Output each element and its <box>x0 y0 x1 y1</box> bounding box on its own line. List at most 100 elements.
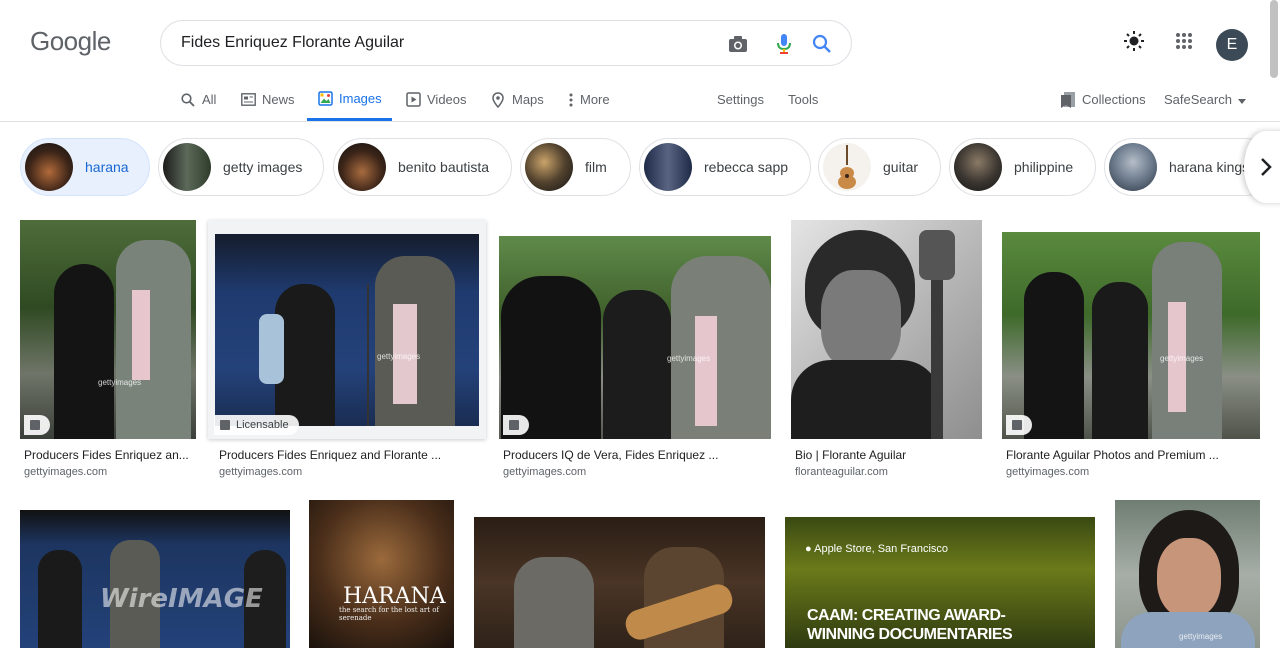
tab-images[interactable]: Images <box>307 78 392 121</box>
watermark: gettyimages <box>377 352 421 361</box>
tab-more[interactable]: More <box>568 78 610 121</box>
chip-guitar[interactable]: guitar <box>818 138 941 196</box>
image-result[interactable] <box>474 517 765 648</box>
search-box[interactable]: Fides Enriquez Florante Aguilar <box>160 20 852 66</box>
image-result[interactable]: WireIMAGE <box>20 510 290 648</box>
caam-line-1: CAAM: CREATING AWARD- <box>807 607 1006 624</box>
image-result[interactable]: Bio | Florante Aguilar floranteaguilar.c… <box>791 220 982 482</box>
search-icon[interactable] <box>811 33 833 55</box>
chip-film[interactable]: film <box>520 138 631 196</box>
images-icon <box>317 90 333 106</box>
safesearch-label: SafeSearch <box>1164 92 1232 107</box>
microphone-icon[interactable] <box>773 33 795 55</box>
result-title[interactable]: Producers Fides Enriquez and Florante ..… <box>219 448 479 462</box>
search-input[interactable]: Fides Enriquez Florante Aguilar <box>181 34 404 52</box>
caret-down-icon <box>1237 92 1246 107</box>
badge-label: Licensable <box>236 419 289 431</box>
image-badge <box>1006 415 1032 435</box>
settings-link[interactable]: Settings <box>717 78 764 121</box>
account-avatar[interactable]: E <box>1216 29 1248 61</box>
chip-rebecca-sapp[interactable]: rebecca sapp <box>639 138 811 196</box>
tab-label: More <box>580 92 610 107</box>
tab-news[interactable]: News <box>240 78 295 121</box>
result-source[interactable]: floranteaguilar.com <box>795 466 888 478</box>
image-result[interactable]: HARANA the search for the lost art of se… <box>309 500 454 648</box>
image-icon <box>1012 420 1022 430</box>
search-icon <box>180 92 196 108</box>
apps-grid-icon[interactable] <box>1172 29 1196 53</box>
theme-sun-icon[interactable] <box>1122 29 1146 53</box>
chip-label: harana kings <box>1169 159 1250 175</box>
google-logo[interactable]: Google <box>30 26 111 57</box>
play-icon <box>405 92 421 108</box>
result-source[interactable]: gettyimages.com <box>1006 466 1089 478</box>
tools-link[interactable]: Tools <box>788 78 818 121</box>
chip-thumbnail <box>338 143 386 191</box>
tab-all[interactable]: All <box>180 78 216 121</box>
result-image[interactable]: ● Apple Store, San Francisco CAAM: CREAT… <box>785 517 1095 648</box>
poster-subtitle: the search for the lost art of serenade <box>339 606 440 622</box>
chip-label: rebecca sapp <box>704 159 789 175</box>
result-title[interactable]: Bio | Florante Aguilar <box>795 448 980 462</box>
chip-harana[interactable]: harana <box>20 138 150 196</box>
result-title[interactable]: Producers Fides Enriquez an... <box>24 448 194 462</box>
watermark: WireIMAGE <box>100 584 263 614</box>
result-image[interactable] <box>474 517 765 648</box>
image-result[interactable]: gettyimages <box>1115 500 1260 648</box>
caam-line-2: WINNING DOCUMENTARIES <box>807 626 1013 643</box>
apple-icon: ● <box>805 543 812 555</box>
result-image[interactable]: gettyimages <box>20 220 196 439</box>
guitar-icon <box>823 143 871 191</box>
chip-thumbnail <box>163 143 211 191</box>
result-title[interactable]: Florante Aguilar Photos and Premium ... <box>1006 448 1260 462</box>
watermark: gettyimages <box>1160 354 1204 363</box>
chip-thumbnail <box>644 143 692 191</box>
more-vert-icon <box>568 92 574 108</box>
result-image[interactable]: WireIMAGE <box>20 510 290 648</box>
result-image[interactable]: HARANA the search for the lost art of se… <box>309 500 454 648</box>
result-image[interactable]: gettyimages <box>1115 500 1260 648</box>
result-source[interactable]: gettyimages.com <box>503 466 586 478</box>
chip-getty-images[interactable]: getty images <box>158 138 324 196</box>
image-result[interactable]: gettyimages Producers Fides Enriquez an.… <box>20 220 196 482</box>
result-source[interactable]: gettyimages.com <box>24 466 107 478</box>
image-result[interactable]: gettyimages Florante Aguilar Photos and … <box>1002 220 1260 482</box>
tab-label: Images <box>339 90 382 106</box>
tab-label: All <box>202 92 217 107</box>
result-source[interactable]: gettyimages.com <box>219 466 302 478</box>
result-image[interactable] <box>791 220 982 439</box>
tab-maps[interactable]: Maps <box>490 78 544 121</box>
chip-thumbnail <box>954 143 1002 191</box>
watermark: gettyimages <box>667 354 711 363</box>
safesearch-dropdown[interactable]: SafeSearch <box>1164 78 1246 121</box>
chip-label: guitar <box>883 159 919 175</box>
apple-store-text: Apple Store, San Francisco <box>814 543 949 555</box>
chip-benito-bautista[interactable]: benito bautista <box>333 138 512 196</box>
chip-label: getty images <box>223 159 303 175</box>
chip-label: film <box>585 159 607 175</box>
chip-label: benito bautista <box>398 159 490 175</box>
search-tabs: All News Images Videos Maps More Setting… <box>0 78 1280 122</box>
related-chips: harana getty images benito bautista film… <box>0 138 1280 196</box>
page-scrollbar[interactable] <box>1270 0 1278 78</box>
chip-label: harana <box>85 159 129 175</box>
watermark: gettyimages <box>98 378 142 387</box>
collections-link[interactable]: Collections <box>1060 78 1146 121</box>
chip-philippine[interactable]: philippine <box>949 138 1096 196</box>
chips-next-button[interactable] <box>1244 131 1280 203</box>
watermark: gettyimages <box>1179 632 1223 641</box>
image-result[interactable]: gettyimages Producers IQ de Vera, Fides … <box>499 220 771 482</box>
news-icon <box>240 92 256 108</box>
tab-label: Maps <box>512 92 544 107</box>
licensable-badge[interactable]: Licensable <box>214 415 299 435</box>
camera-icon[interactable] <box>727 33 749 55</box>
result-image[interactable]: gettyimages <box>215 234 479 426</box>
map-pin-icon <box>490 91 506 108</box>
tab-videos[interactable]: Videos <box>405 78 467 121</box>
image-badge <box>503 415 529 435</box>
image-result[interactable]: ● Apple Store, San Francisco CAAM: CREAT… <box>785 517 1095 648</box>
result-image[interactable]: gettyimages <box>1002 232 1260 439</box>
result-image[interactable]: gettyimages <box>499 236 771 439</box>
image-result[interactable]: gettyimages Licensable Producers Fides E… <box>208 220 486 482</box>
result-title[interactable]: Producers IQ de Vera, Fides Enriquez ... <box>503 448 769 462</box>
